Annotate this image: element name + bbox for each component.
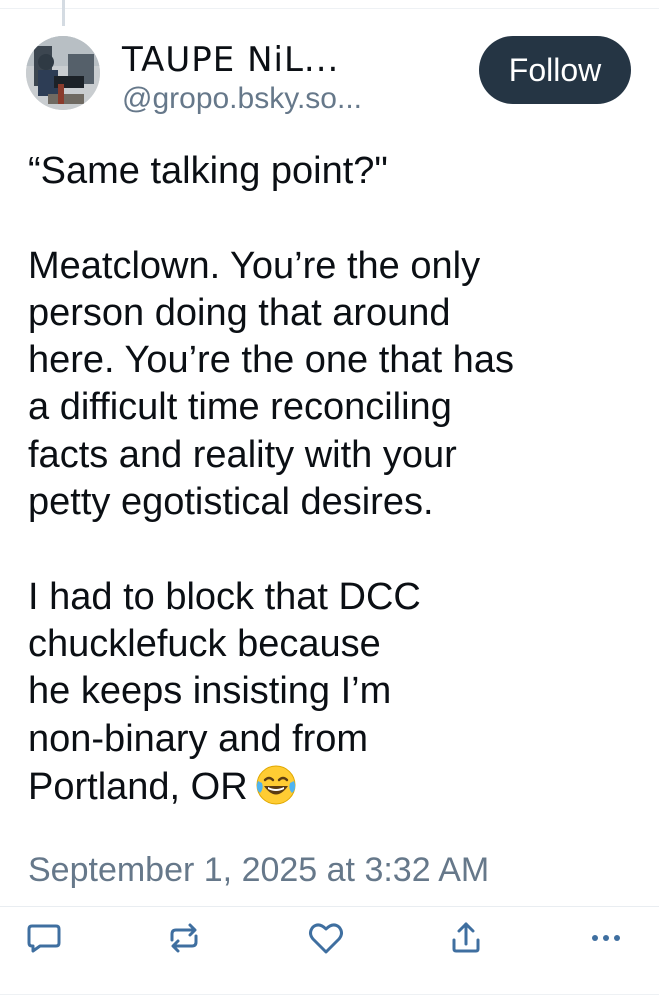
more-options-icon[interactable]: [586, 918, 626, 958]
post-paragraph: I had to block that DCC chucklefuck beca…: [28, 574, 643, 811]
post-text: “Same talking point?" Meatclown. You’re …: [28, 148, 643, 811]
post-text-line: facts and reality with your: [28, 433, 457, 476]
post-paragraph: “Same talking point?": [28, 148, 643, 195]
avatar-photo: [26, 36, 100, 110]
post-text-line: I had to block that DCC: [28, 575, 421, 618]
post-text-line: “Same talking point?": [28, 150, 388, 192]
face-with-tears-of-joy-emoji: [254, 763, 298, 807]
action-bar-divider: [0, 906, 659, 907]
post-text-line: person doing that around: [28, 291, 451, 334]
post-text-line-with-emoji: Portland, OR: [28, 763, 643, 811]
author-handle[interactable]: @gropo.bsky.so...: [122, 80, 462, 118]
author-display-name[interactable]: TAUPE NiL...: [122, 40, 462, 80]
like-icon[interactable]: [306, 918, 346, 958]
post-text-line: petty egotistical desires.: [28, 481, 434, 524]
post-text-line: he keeps insisting I’m: [28, 670, 392, 713]
follow-button[interactable]: Follow: [479, 36, 631, 104]
post-text-line: non-binary and from: [28, 717, 369, 760]
post-text-line: Meatclown. You’re the only: [28, 244, 481, 287]
post-text-line: chucklefuck because: [28, 622, 381, 665]
post-timestamp[interactable]: September 1, 2025 at 3:32 AM: [28, 848, 489, 892]
avatar[interactable]: [26, 36, 100, 110]
post-action-bar: [0, 912, 659, 964]
bottom-divider: [0, 994, 659, 995]
author-info[interactable]: TAUPE NiL... @gropo.bsky.so...: [122, 40, 462, 118]
thread-connector-line: [62, 0, 65, 26]
reply-icon[interactable]: [24, 918, 64, 958]
post-text-line: here. You’re the one that has: [28, 339, 514, 382]
post-text-line: Portland, OR: [28, 765, 248, 808]
top-divider: [0, 8, 659, 9]
post-paragraph: Meatclown. You’re the only person doing …: [28, 243, 643, 527]
share-icon[interactable]: [446, 918, 486, 958]
repost-icon[interactable]: [164, 918, 204, 958]
post-text-line: a difficult time reconciling: [28, 386, 452, 429]
